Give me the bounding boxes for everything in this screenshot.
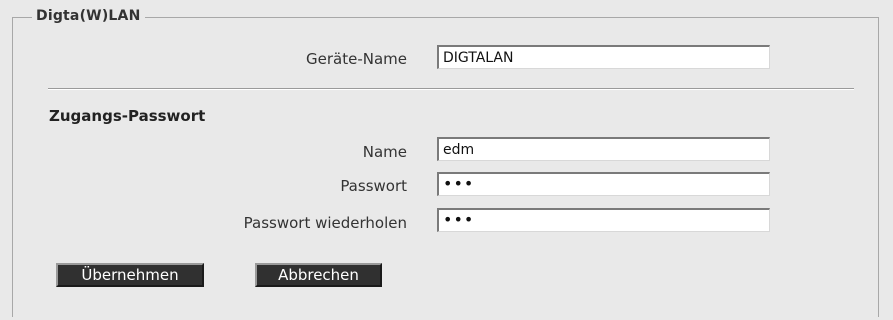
fieldset-legend: Digta(W)LAN <box>32 8 145 24</box>
apply-button[interactable]: Übernehmen <box>56 263 204 287</box>
section-divider <box>48 88 854 90</box>
password-input[interactable]: ••• <box>437 172 770 196</box>
cancel-button[interactable]: Abbrechen <box>255 263 382 287</box>
access-password-heading: Zugangs-Passwort <box>49 107 206 125</box>
settings-panel: Digta(W)LAN Geräte-Name DIGTALAN Zugangs… <box>0 0 893 320</box>
password-repeat-label: Passwort wiederholen <box>243 214 407 232</box>
device-name-label: Geräte-Name <box>306 50 407 68</box>
username-input[interactable]: edm <box>437 137 770 161</box>
username-label: Name <box>362 143 407 161</box>
device-name-input[interactable]: DIGTALAN <box>437 45 770 69</box>
password-label: Passwort <box>340 177 407 195</box>
password-repeat-input[interactable]: ••• <box>437 208 770 232</box>
